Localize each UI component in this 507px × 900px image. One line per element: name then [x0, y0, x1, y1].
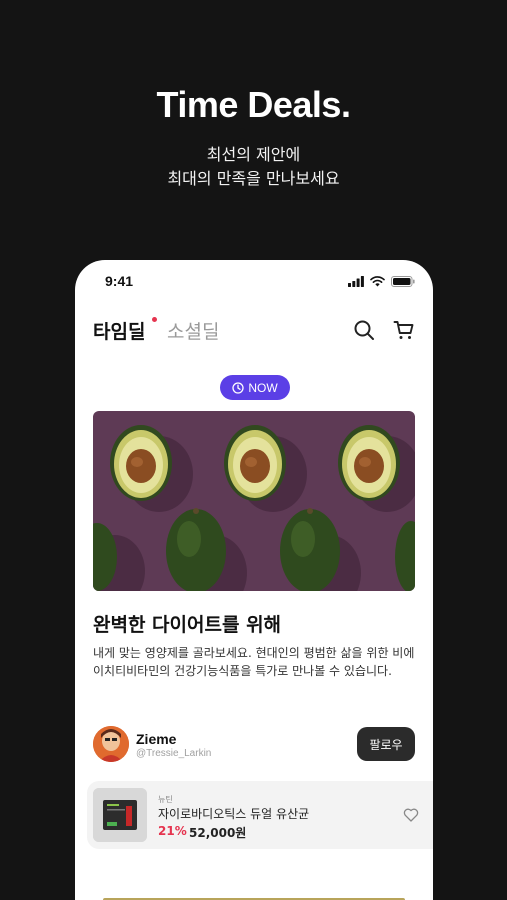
- battery-icon: [391, 276, 415, 287]
- clock-icon: [232, 381, 244, 394]
- follow-button[interactable]: 팔로우: [357, 727, 415, 761]
- deal-title: 완벽한 다이어트를 위해: [93, 614, 282, 636]
- hero-title: Time Deals.: [156, 84, 351, 125]
- hero-subtitle-line1: 최선의 제안에: [206, 145, 301, 164]
- heart-icon[interactable]: [403, 807, 419, 823]
- product-thumbnail: [93, 788, 147, 842]
- seller-name[interactable]: Zieme: [136, 731, 176, 747]
- deal-image[interactable]: [93, 411, 415, 591]
- tab-social-deal[interactable]: 소셜딜: [167, 317, 219, 344]
- product-card[interactable]: 뉴틴 자이로바디오틱스 듀얼 유산균 21% 52,000원: [87, 781, 433, 849]
- new-indicator-dot: [152, 317, 157, 322]
- seller-row: Zieme @Tressie_Larkin 팔로우: [93, 726, 415, 764]
- hero-subtitle-line2: 최대의 만족을 만나보세요: [167, 169, 340, 188]
- avocado-image: [93, 411, 415, 591]
- now-badge: NOW: [220, 375, 290, 400]
- product-discount: 21%: [158, 824, 187, 838]
- status-time: 9:41: [105, 273, 134, 289]
- phone-screen: 9:41 타임딜 소셜딜 NOW 완벽한 다이어트를 위해 내게 맞는 영양제를…: [75, 260, 433, 900]
- product-brand: 뉴틴: [158, 795, 173, 804]
- now-badge-label: NOW: [248, 380, 278, 395]
- wifi-icon: [370, 276, 385, 287]
- avatar-image: [93, 726, 129, 762]
- signal-icon: [348, 276, 364, 287]
- hero-subtitle: 최선의 제안에 최대의 만족을 만나보세요: [0, 143, 507, 191]
- search-icon[interactable]: [353, 319, 375, 341]
- tab-time-deal[interactable]: 타임딜: [93, 317, 145, 344]
- product-box-image: [93, 788, 147, 842]
- product-name: 자이로바디오틱스 듀얼 유산균: [158, 807, 310, 821]
- deal-description: 내게 맞는 영양제를 골라보세요. 현대인의 평범한 삶을 위한 비에이치티비타…: [93, 646, 415, 678]
- app-header: 타임딜 소셜딜: [93, 315, 415, 345]
- cart-icon[interactable]: [393, 319, 415, 341]
- status-icons: [348, 276, 415, 287]
- status-bar: 9:41: [75, 272, 433, 292]
- product-price: 52,000원: [189, 826, 247, 840]
- avatar[interactable]: [93, 726, 129, 762]
- seller-handle: @Tressie_Larkin: [136, 748, 212, 759]
